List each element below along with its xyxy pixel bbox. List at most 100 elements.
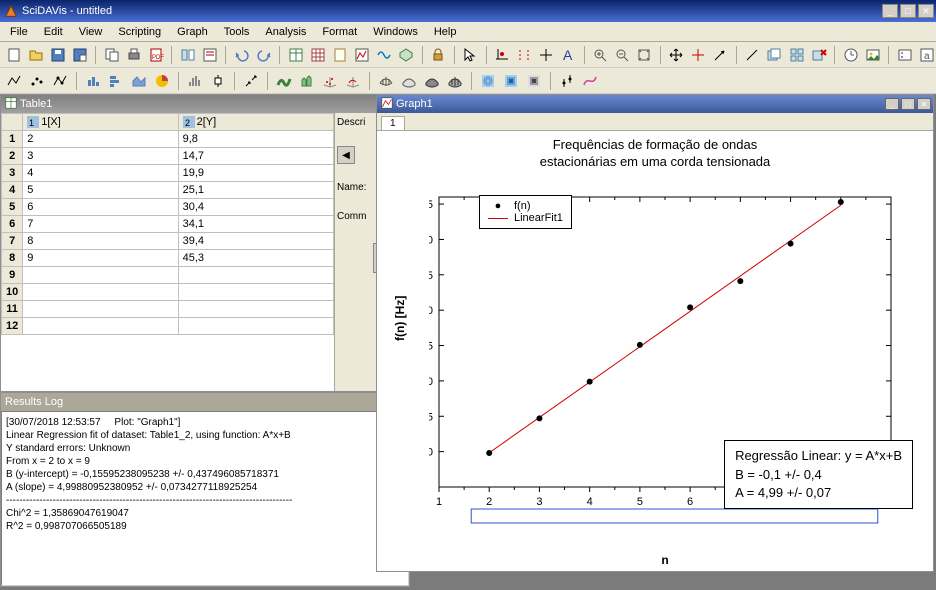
plot-vectors-icon[interactable] <box>241 71 261 91</box>
graph-layer-tab[interactable]: 1 <box>381 116 405 130</box>
cell-y[interactable]: 9,8 <box>178 131 333 148</box>
results-log-icon[interactable] <box>200 45 219 65</box>
plot-line-scatter-icon[interactable] <box>50 71 70 91</box>
maximize-button[interactable]: □ <box>900 4 916 18</box>
cell-y[interactable]: 25,1 <box>178 182 333 199</box>
cell-x[interactable] <box>23 301 178 318</box>
spreadsheet[interactable]: 11[X] 22[Y] 129,82314,73419,94525,15630,… <box>1 113 334 391</box>
x-axis-label[interactable]: n <box>429 553 901 567</box>
plot-3d-wireframe-icon[interactable] <box>376 71 396 91</box>
export-pdf-icon[interactable]: PDF <box>146 45 165 65</box>
menu-format[interactable]: Format <box>314 24 365 40</box>
lock-icon[interactable] <box>429 45 448 65</box>
results-body[interactable]: [30/07/2018 12:53:57 Plot: "Graph1"] Lin… <box>1 411 409 586</box>
pointer-icon[interactable] <box>461 45 480 65</box>
cell-y[interactable]: 34,1 <box>178 216 333 233</box>
cell-y[interactable]: 39,4 <box>178 233 333 250</box>
add-image-icon[interactable] <box>863 45 882 65</box>
move-data-icon[interactable] <box>667 45 686 65</box>
graph-minimize-button[interactable]: _ <box>885 98 899 110</box>
save-template-icon[interactable] <box>70 45 89 65</box>
zoom-out-icon[interactable] <box>613 45 632 65</box>
regression-annotation[interactable]: Regressão Linear: y = A*x+B B = -0,1 +/-… <box>724 440 913 509</box>
cell-y[interactable]: 19,9 <box>178 165 333 182</box>
new-3dplot-icon[interactable] <box>397 45 416 65</box>
plot-pie-icon[interactable] <box>152 71 172 91</box>
row-header[interactable]: 1 <box>2 131 23 148</box>
menu-scripting[interactable]: Scripting <box>110 24 169 40</box>
add-new-legend-icon[interactable] <box>895 45 914 65</box>
col-header-y[interactable]: 22[Y] <box>178 114 333 131</box>
graph-canvas[interactable]: Frequências de formação de ondas estacio… <box>377 131 933 571</box>
table-window[interactable]: Table1 11[X] 22[Y] 129,82314,73419,94525… <box>0 94 380 392</box>
results-log-window[interactable]: Results Log ✕ [30/07/2018 12:53:57 Plot:… <box>0 392 410 587</box>
remove-layer-icon[interactable] <box>809 45 828 65</box>
legend[interactable]: ●f(n) LinearFit1 <box>479 195 572 229</box>
plot-colormap-icon[interactable] <box>501 71 521 91</box>
table-titlebar[interactable]: Table1 <box>1 95 379 113</box>
cell-y[interactable]: 14,7 <box>178 148 333 165</box>
plot-contour-icon[interactable] <box>478 71 498 91</box>
new-note-icon[interactable] <box>330 45 349 65</box>
menu-help[interactable]: Help <box>426 24 465 40</box>
plot-3d-bars-icon[interactable] <box>297 71 317 91</box>
add-timestamp-icon[interactable] <box>841 45 860 65</box>
cell-y[interactable] <box>178 301 333 318</box>
draw-line-icon[interactable] <box>743 45 762 65</box>
new-graph-icon[interactable] <box>352 45 371 65</box>
row-header[interactable]: 3 <box>2 165 23 182</box>
plot-3d-trajectory-icon[interactable] <box>343 71 363 91</box>
print-icon[interactable] <box>124 45 143 65</box>
menu-file[interactable]: File <box>2 24 36 40</box>
row-header[interactable]: 5 <box>2 199 23 216</box>
row-header[interactable]: 2 <box>2 148 23 165</box>
corner-cell[interactable] <box>2 114 23 131</box>
cell-y[interactable]: 30,4 <box>178 199 333 216</box>
add-layer-icon[interactable] <box>765 45 784 65</box>
row-header[interactable]: 6 <box>2 216 23 233</box>
cell-y[interactable] <box>178 284 333 301</box>
rescale-icon[interactable] <box>635 45 654 65</box>
cell-x[interactable]: 9 <box>23 250 178 267</box>
plot-gray-icon[interactable] <box>524 71 544 91</box>
plot-3d-ribbon-icon[interactable] <box>274 71 294 91</box>
new-table-icon[interactable] <box>286 45 305 65</box>
duplicate-icon[interactable] <box>102 45 121 65</box>
plot-3d-scatter-icon[interactable] <box>320 71 340 91</box>
project-explorer-icon[interactable] <box>178 45 197 65</box>
auto-layer-icon[interactable]: a <box>917 45 936 65</box>
cell-x[interactable] <box>23 284 178 301</box>
cell-x[interactable]: 2 <box>23 131 178 148</box>
menu-analysis[interactable]: Analysis <box>257 24 314 40</box>
menu-windows[interactable]: Windows <box>365 24 426 40</box>
minimize-button[interactable]: _ <box>882 4 898 18</box>
cell-x[interactable]: 8 <box>23 233 178 250</box>
arrange-layers-icon[interactable] <box>787 45 806 65</box>
row-header[interactable]: 8 <box>2 250 23 267</box>
menu-edit[interactable]: Edit <box>36 24 71 40</box>
y-axis-label[interactable]: f(n) [Hz] <box>393 296 407 341</box>
row-header[interactable]: 9 <box>2 267 23 284</box>
close-button[interactable]: ✕ <box>918 4 934 18</box>
row-header[interactable]: 12 <box>2 318 23 335</box>
cell-x[interactable]: 7 <box>23 216 178 233</box>
cell-y[interactable] <box>178 318 333 335</box>
cell-x[interactable]: 6 <box>23 199 178 216</box>
plot-3d-polygons-icon[interactable] <box>422 71 442 91</box>
plot-columns-icon[interactable] <box>83 71 103 91</box>
plot-histogram-icon[interactable] <box>185 71 205 91</box>
cell-y[interactable] <box>178 267 333 284</box>
plot-err-icon[interactable] <box>557 71 577 91</box>
plot-boxplot-icon[interactable] <box>208 71 228 91</box>
col-header-x[interactable]: 11[X] <box>23 114 178 131</box>
save-icon[interactable] <box>48 45 67 65</box>
collapse-button[interactable]: ◀ <box>337 146 355 164</box>
draw-arrow-icon[interactable] <box>711 45 730 65</box>
graph-maximize-button[interactable]: □ <box>901 98 915 110</box>
menu-tools[interactable]: Tools <box>216 24 258 40</box>
results-titlebar[interactable]: Results Log ✕ <box>1 393 409 411</box>
cell-x[interactable] <box>23 318 178 335</box>
new-project-icon[interactable] <box>4 45 23 65</box>
screen-reader-icon[interactable] <box>537 45 556 65</box>
plot-line-icon[interactable] <box>4 71 24 91</box>
